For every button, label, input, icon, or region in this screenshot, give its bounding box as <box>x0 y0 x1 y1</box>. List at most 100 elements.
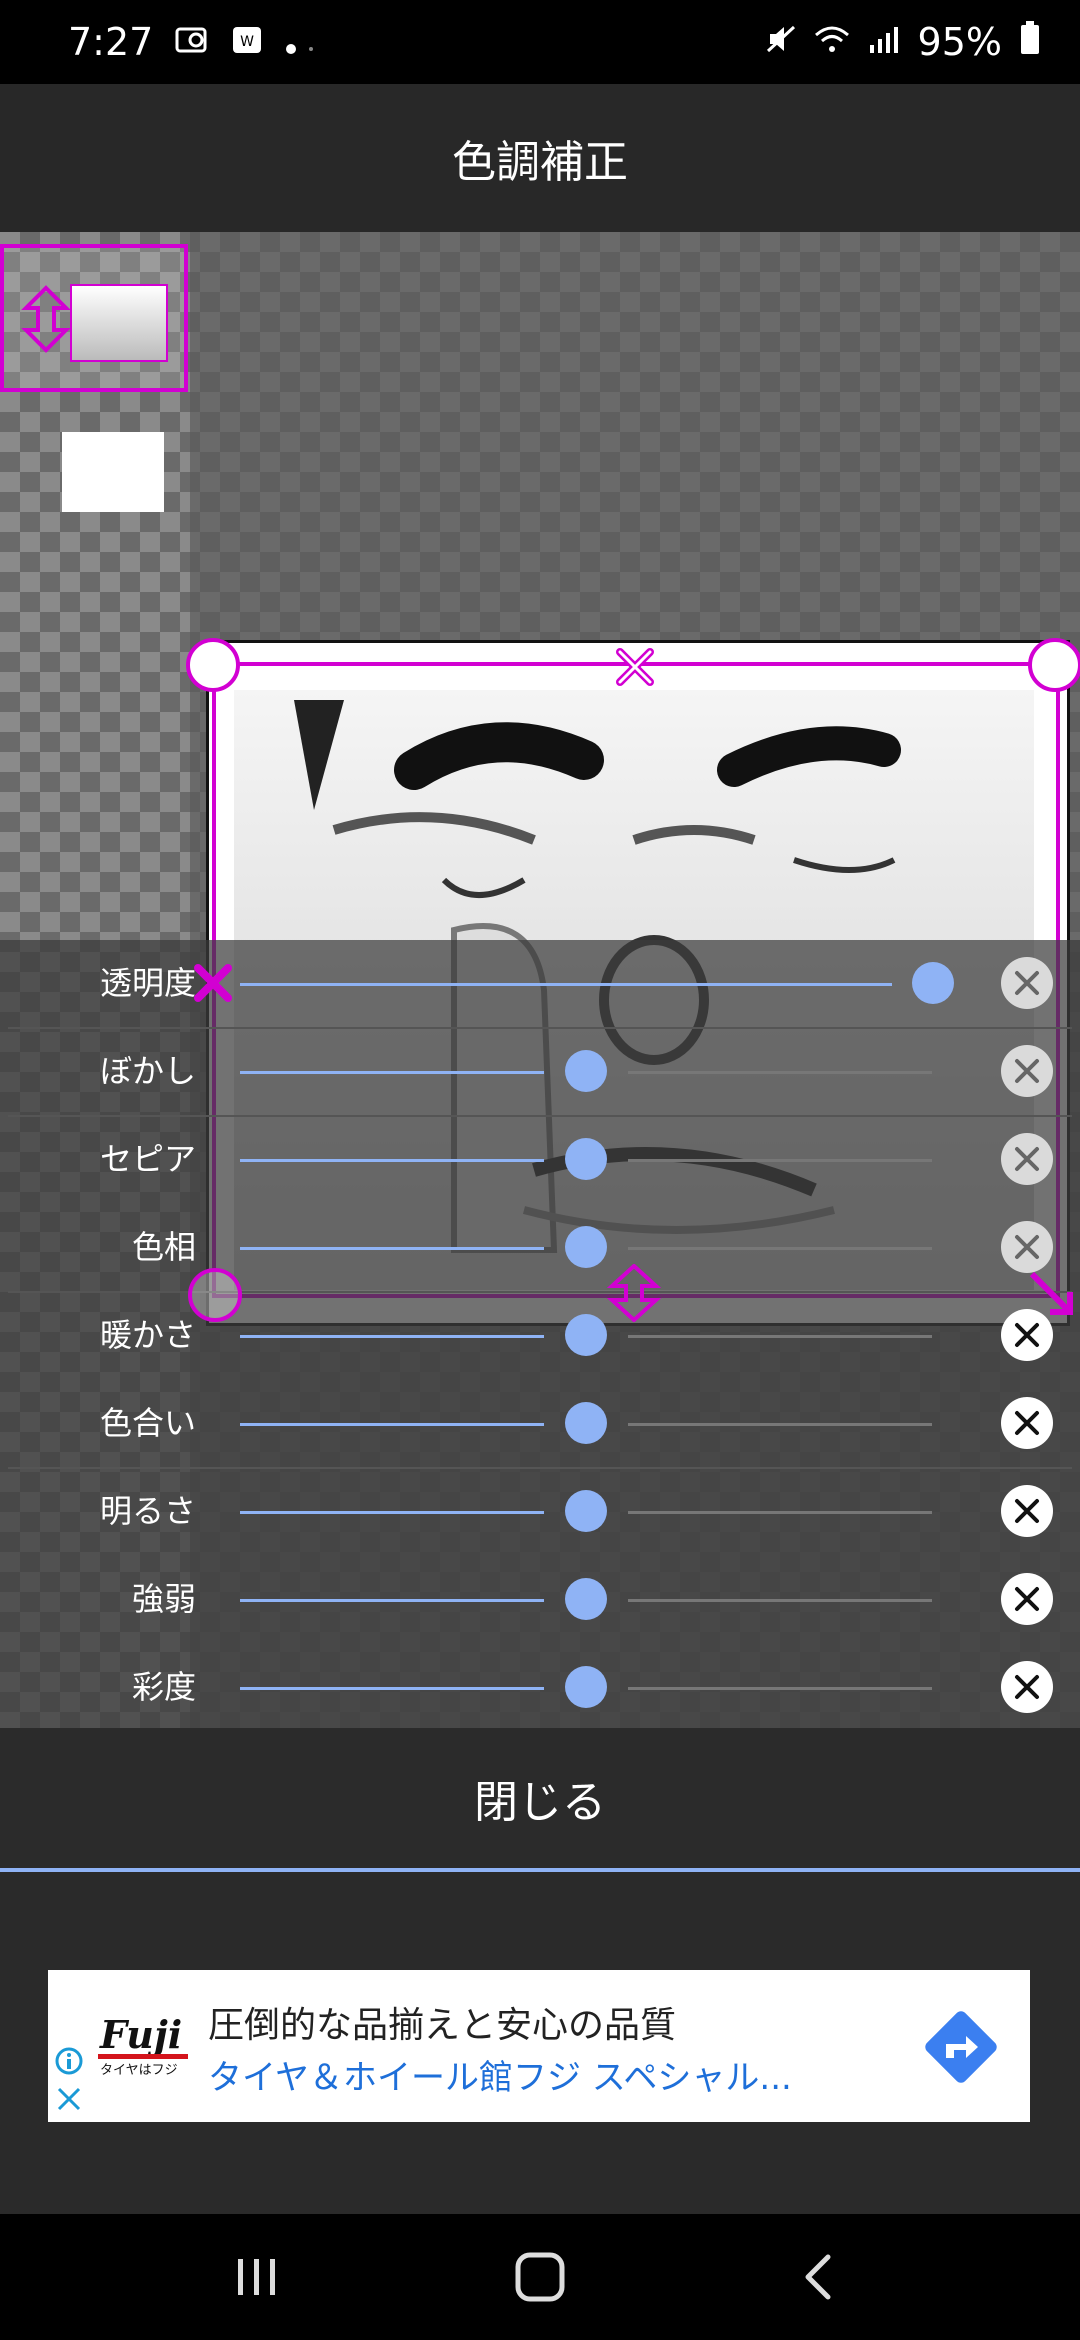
ad-brand-sub: タイヤはフジ <box>100 2063 178 2078</box>
adjust-label: セピア <box>99 1140 196 1178</box>
adjust-row-blur: ぼかし <box>0 1028 1080 1115</box>
adjust-label: 色合い <box>99 1404 196 1442</box>
layer-thumb-face[interactable] <box>0 244 188 392</box>
slider-knob[interactable] <box>565 1490 607 1532</box>
directions-arrow-icon[interactable] <box>916 2002 1006 2092</box>
slider-knob[interactable] <box>565 1314 607 1356</box>
page-title: 色調補正 <box>452 137 628 188</box>
adjust-label: 色相 <box>131 1228 196 1266</box>
close-icon <box>1015 1499 1039 1523</box>
slider-track-fill[interactable] <box>240 1599 544 1602</box>
delete-handle-icon[interactable] <box>610 642 660 692</box>
battery-icon <box>1020 20 1040 64</box>
slider-track-fill[interactable] <box>240 1335 544 1338</box>
close-icon <box>1015 1235 1039 1259</box>
slider-track-rest[interactable] <box>628 1071 932 1074</box>
adjust-row-saturation: 彩度 <box>0 1644 1080 1731</box>
header: 色調補正 <box>0 84 1080 232</box>
slider-track-rest[interactable] <box>628 1687 932 1690</box>
reset-button[interactable] <box>1001 1485 1053 1537</box>
battery-percent: 95% <box>917 20 1002 64</box>
adjust-label: 透明度 <box>99 964 196 1002</box>
adjust-row-opacity: 透明度 <box>0 940 1080 1027</box>
navigation-bar <box>0 2214 1080 2340</box>
app-notification-icon: W <box>231 20 263 64</box>
resize-corner-handle-icon[interactable] <box>1026 1268 1076 1318</box>
slider-knob[interactable] <box>565 1050 607 1092</box>
close-icon <box>1015 1411 1039 1435</box>
close-icon <box>1015 1587 1039 1611</box>
adjust-row-brightness: 明るさ <box>0 1468 1080 1555</box>
slider-track-fill[interactable] <box>240 1511 544 1514</box>
layer-thumb-white[interactable] <box>0 392 188 540</box>
adjust-row-hue: 色相 <box>0 1204 1080 1291</box>
slider-track-rest[interactable] <box>628 1335 932 1338</box>
adjust-label: 明るさ <box>99 1492 196 1530</box>
reset-button[interactable] <box>1001 1573 1053 1625</box>
adjust-row-contrast: 強弱 <box>0 1556 1080 1643</box>
status-right: 95% <box>766 20 1040 64</box>
close-ad-icon[interactable] <box>54 2084 84 2114</box>
slider-track-rest[interactable] <box>628 1159 932 1162</box>
resize-vertical-handle-icon[interactable] <box>606 1264 662 1322</box>
slider-knob[interactable] <box>565 1402 607 1444</box>
close-button-label: 閉じる <box>474 1777 606 1828</box>
slider-track-fill[interactable] <box>240 1071 544 1074</box>
layer-thumbnail-image <box>70 284 168 362</box>
reset-button[interactable] <box>1001 957 1053 1009</box>
reset-button[interactable] <box>1001 1221 1053 1273</box>
reset-button[interactable] <box>1001 1397 1053 1449</box>
slider-knob[interactable] <box>565 1578 607 1620</box>
adjust-label: 強弱 <box>131 1580 196 1618</box>
adjust-label: 彩度 <box>131 1668 196 1706</box>
slider-knob[interactable] <box>565 1666 607 1708</box>
slider-knob[interactable] <box>565 1226 607 1268</box>
slider-track-rest[interactable] <box>628 1423 932 1426</box>
crop-handle-top-left[interactable] <box>186 638 240 692</box>
close-button[interactable]: 閉じる <box>0 1728 1080 1872</box>
slider-knob[interactable] <box>912 962 954 1004</box>
slider-knob[interactable] <box>565 1138 607 1180</box>
close-icon <box>1015 1059 1039 1083</box>
slider-track-rest[interactable] <box>628 1247 932 1250</box>
gallery-notification-icon <box>175 20 209 64</box>
svg-text:W: W <box>240 34 254 50</box>
reset-button[interactable] <box>1001 1045 1053 1097</box>
adjust-row-warmth: 暖かさ <box>0 1292 1080 1379</box>
back-icon[interactable] <box>790 2249 850 2305</box>
close-icon <box>1015 1323 1039 1347</box>
adjust-label: 暖かさ <box>99 1316 196 1354</box>
adjust-row-sepia: セピア <box>0 1116 1080 1203</box>
status-left: 7:27 W <box>68 20 315 64</box>
close-icon <box>1015 1147 1039 1171</box>
reset-button[interactable] <box>1001 1661 1053 1713</box>
rotate-handle-top-right[interactable] <box>1028 638 1080 692</box>
close-icon <box>1015 1675 1039 1699</box>
ad-banner[interactable]: Fuji タイヤはフジ 圧倒的な品揃えと安心の品質 タイヤ＆ホイール館フジ スペ… <box>48 1970 1030 2122</box>
adjust-label: ぼかし <box>99 1052 196 1090</box>
status-bar: 7:27 W 95% <box>0 0 1080 84</box>
ad-brand: Fuji <box>99 2012 182 2057</box>
slider-track-fill[interactable] <box>240 1423 544 1426</box>
slider-track-rest[interactable] <box>628 1511 932 1514</box>
info-icon[interactable] <box>54 2046 84 2076</box>
slider-track-fill[interactable] <box>240 1159 544 1162</box>
slider-track-fill[interactable] <box>240 1247 544 1250</box>
slider-track-fill[interactable] <box>240 1687 544 1690</box>
rotate-handle-bottom-left[interactable] <box>188 1268 242 1322</box>
reset-button[interactable] <box>1001 1133 1053 1185</box>
slider-track-fill[interactable] <box>240 983 892 986</box>
signal-icon <box>868 20 900 64</box>
ad-subline: タイヤ＆ホイール館フジ スペシャル... <box>208 2058 792 2098</box>
adjust-row-tint: 色合い <box>0 1380 1080 1467</box>
ad-headline: 圧倒的な品揃えと安心の品質 <box>208 2005 677 2046</box>
adjustment-panel: 透明度 ぼかし セピア 色相 暖かさ 色合い 明るさ 強弱 彩度 <box>0 940 1080 1728</box>
slider-track-rest[interactable] <box>628 1599 932 1602</box>
dot-notification-icon <box>285 20 315 64</box>
recent-apps-icon[interactable] <box>226 2249 286 2305</box>
wifi-icon <box>814 20 850 64</box>
fuji-logo-icon: Fuji タイヤはフジ <box>98 2012 188 2078</box>
home-icon[interactable] <box>510 2249 570 2305</box>
close-handle-icon[interactable] <box>188 958 238 1008</box>
move-layer-icon[interactable] <box>16 284 76 354</box>
